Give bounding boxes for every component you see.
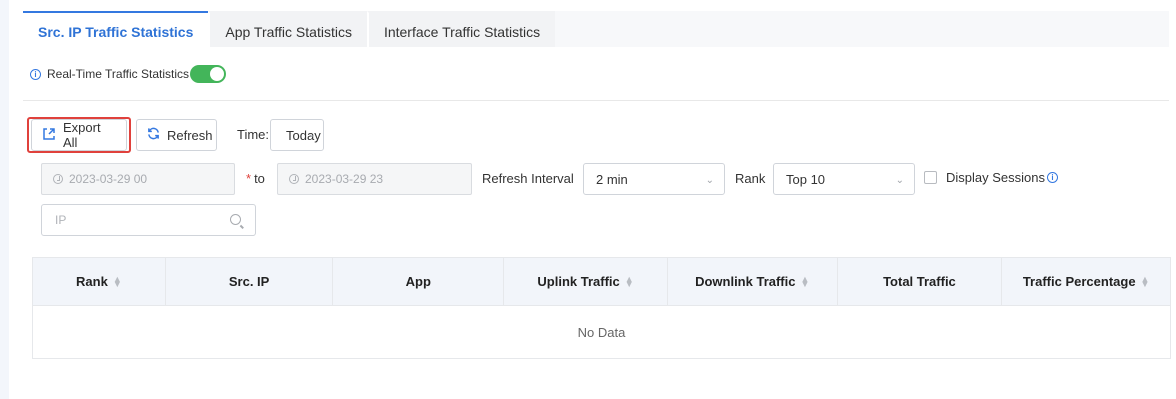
realtime-toggle[interactable] <box>190 65 227 83</box>
display-sessions-checkbox[interactable] <box>924 171 937 184</box>
refresh-interval-value: 2 min <box>596 171 628 187</box>
column-header-downlink[interactable]: Downlink Traffic ▲ ▼ <box>668 258 838 305</box>
display-sessions-label: Display Sessions i <box>946 170 1058 185</box>
chevron-down-icon: ⌄ <box>705 175 714 186</box>
export-all-label: Export All <box>63 120 101 150</box>
ip-search-input[interactable]: IP <box>41 204 256 236</box>
search-icon[interactable] <box>230 214 241 225</box>
end-date-value: 2023-03-29 23 <box>305 172 384 186</box>
refresh-icon <box>147 127 160 143</box>
column-header-src-ip: Src. IP <box>166 258 334 305</box>
ip-placeholder: IP <box>55 213 67 227</box>
export-all-button[interactable]: Export All <box>31 119 127 151</box>
chevron-down-icon: ⌄ <box>307 129 316 140</box>
end-date-input[interactable]: 2023-03-29 23 <box>277 163 472 195</box>
tab-bar: Src. IP Traffic Statistics App Traffic S… <box>23 11 556 47</box>
start-date-value: 2023-03-29 00 <box>69 172 148 186</box>
left-rail <box>0 0 9 399</box>
chevron-down-icon: ⌄ <box>895 175 904 186</box>
clock-icon <box>53 174 63 184</box>
refresh-label: Refresh <box>167 127 213 143</box>
refresh-interval-label: Refresh Interval <box>482 171 574 186</box>
refresh-button[interactable]: Refresh <box>136 119 217 151</box>
display-sessions-text: Display Sessions <box>946 170 1045 185</box>
sort-icon[interactable]: ▲ ▼ <box>625 274 634 288</box>
realtime-label: Real-Time Traffic Statistics <box>47 67 190 81</box>
time-label: Time: <box>237 127 270 142</box>
info-icon: i <box>30 68 41 80</box>
export-icon <box>42 127 56 144</box>
tab-app-traffic[interactable]: App Traffic Statistics <box>208 11 367 47</box>
to-label: * to <box>246 171 265 186</box>
sort-icon[interactable]: ▲ ▼ <box>800 274 809 288</box>
column-header-rank[interactable]: Rank ▲ ▼ <box>33 258 166 305</box>
start-date-input[interactable]: 2023-03-29 00 <box>41 163 235 195</box>
sort-icon[interactable]: ▲ ▼ <box>1141 274 1150 288</box>
toggle-knob <box>210 67 225 81</box>
rank-select[interactable]: Top 10 ⌄ <box>773 163 915 195</box>
time-select[interactable]: Today ⌄ <box>270 119 324 151</box>
rank-label: Rank <box>735 171 766 186</box>
traffic-table: Rank ▲ ▼ Src. IP App Uplink Traffic ▲ ▼ Down… <box>32 257 1171 359</box>
column-header-percentage[interactable]: Traffic Percentage ▲ ▼ <box>1002 258 1170 305</box>
column-header-uplink[interactable]: Uplink Traffic ▲ ▼ <box>504 258 668 305</box>
refresh-interval-select[interactable]: 2 min ⌄ <box>583 163 725 195</box>
table-header: Rank ▲ ▼ Src. IP App Uplink Traffic ▲ ▼ Down… <box>33 258 1170 306</box>
column-header-total: Total Traffic <box>838 258 1003 305</box>
info-icon[interactable]: i <box>1047 172 1058 183</box>
tab-src-ip-traffic[interactable]: Src. IP Traffic Statistics <box>23 11 209 47</box>
divider <box>23 100 1169 101</box>
rank-value: Top 10 <box>786 171 826 187</box>
tab-interface-traffic[interactable]: Interface Traffic Statistics <box>366 11 556 47</box>
clock-icon <box>289 174 299 184</box>
table-empty-state: No Data <box>577 324 626 340</box>
to-text: to <box>254 171 265 186</box>
required-mark: * <box>246 171 252 186</box>
column-header-app: App <box>333 258 505 305</box>
realtime-row: i Real-Time Traffic Statistics <box>30 64 227 84</box>
sort-icon[interactable]: ▲ ▼ <box>113 274 122 288</box>
